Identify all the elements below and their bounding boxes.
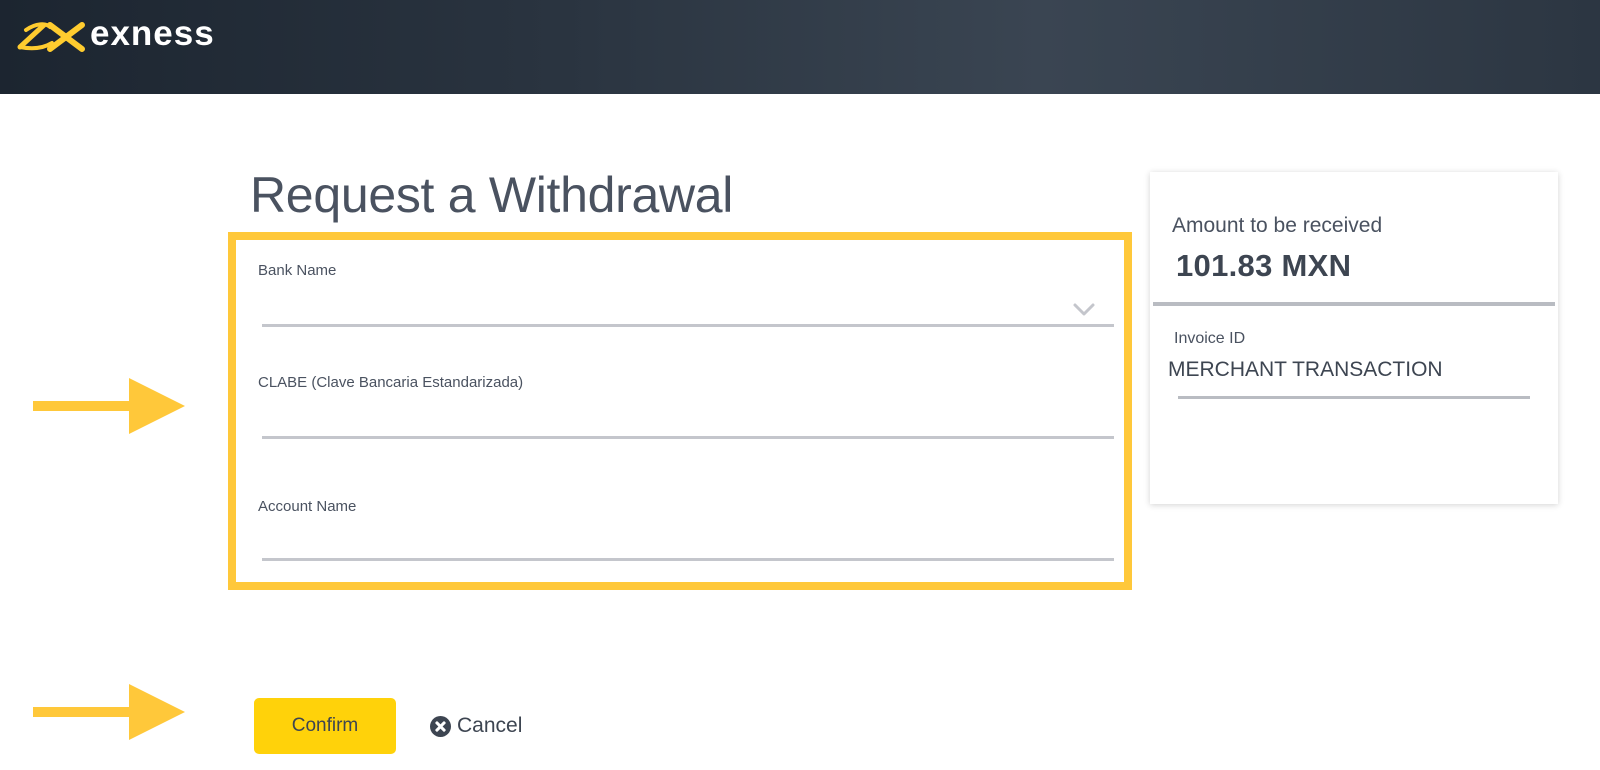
bank-name-select[interactable] (262, 324, 1114, 327)
exness-logo-icon (17, 22, 85, 52)
confirm-button[interactable]: Confirm (254, 698, 396, 754)
chevron-down-icon[interactable] (1072, 302, 1096, 318)
bank-name-label: Bank Name (258, 262, 337, 279)
invoice-id-underline (1178, 396, 1530, 399)
arrow-right-icon (33, 378, 185, 434)
withdrawal-form: Bank Name CLABE (Clave Bancaria Estandar… (228, 232, 1132, 590)
amount-value: 101.83 MXN (1176, 248, 1352, 283)
account-name-label: Account Name (258, 498, 357, 515)
cancel-label: Cancel (457, 714, 523, 737)
amount-label: Amount to be received (1172, 214, 1383, 237)
exness-logo[interactable]: exness (16, 14, 215, 54)
invoice-id-label: Invoice ID (1174, 330, 1246, 347)
top-navbar: exness (0, 0, 1600, 94)
arrow-right-icon (33, 684, 185, 740)
account-name-input[interactable] (262, 558, 1114, 561)
page-title: Request a Withdrawal (250, 167, 734, 223)
summary-card: Amount to be received 101.83 MXN Invoice… (1150, 172, 1558, 504)
cancel-button[interactable]: Cancel (430, 714, 522, 738)
close-circle-icon (430, 715, 451, 737)
clabe-label: CLABE (Clave Bancaria Estandarizada) (258, 374, 524, 391)
brand-name: exness (90, 14, 215, 53)
summary-divider (1153, 302, 1555, 306)
invoice-id-value: MERCHANT TRANSACTION (1168, 358, 1443, 381)
clabe-input[interactable] (262, 436, 1114, 439)
